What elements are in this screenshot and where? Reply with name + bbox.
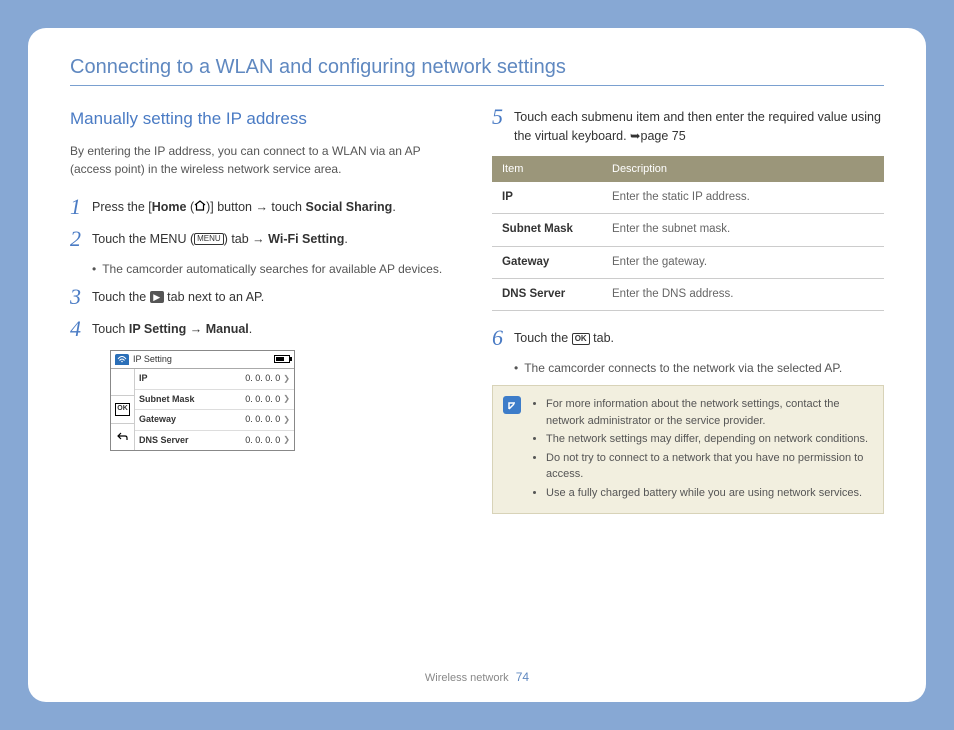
step-number: 6 <box>492 327 514 349</box>
step-number: 3 <box>70 286 92 308</box>
note-item: Do not try to connect to a network that … <box>546 450 873 483</box>
table-header-desc: Description <box>602 156 884 183</box>
chevron-right-icon: ❯ <box>283 373 290 385</box>
step-number: 5 <box>492 106 514 128</box>
footer-section: Wireless network <box>425 672 509 684</box>
parameter-table: Item Description IPEnter the static IP a… <box>492 156 884 312</box>
step-text: Touch the MENU (MENU) tab → Wi-Fi Settin… <box>92 228 462 249</box>
table-row: GatewayEnter the gateway. <box>492 246 884 278</box>
device-rows: IP0. 0. 0. 0❯ Subnet Mask0. 0. 0. 0❯ Gat… <box>135 369 294 450</box>
step-1: 1 Press the [Home ()] button → touch Soc… <box>70 196 462 218</box>
chevron-right-icon: ❯ <box>283 414 290 426</box>
note-item: The network settings may differ, dependi… <box>546 431 873 448</box>
menu-icon: MENU <box>194 233 224 245</box>
step-text: Touch the OK tab. <box>514 327 884 348</box>
step-6-bullet: The camcorder connects to the network vi… <box>514 359 884 377</box>
device-body: OK IP0. 0. 0. 0❯ Subnet Mask0. 0. 0. 0❯ … <box>111 369 294 450</box>
ok-icon: OK <box>572 333 590 345</box>
table-header-item: Item <box>492 156 602 183</box>
device-title: IP Setting <box>133 353 172 367</box>
section-title: Manually setting the IP address <box>70 106 462 132</box>
step-2-bullet: The camcorder automatically searches for… <box>92 260 462 278</box>
device-row-dns: DNS Server0. 0. 0. 0❯ <box>135 431 294 451</box>
table-row: DNS ServerEnter the DNS address. <box>492 278 884 310</box>
right-column: 5 Touch each submenu item and then enter… <box>492 106 884 664</box>
chevron-right-icon: ❯ <box>283 393 290 405</box>
device-ok-button: OK <box>111 396 134 423</box>
table-row: IPEnter the static IP address. <box>492 182 884 214</box>
device-sidebar: OK <box>111 369 135 450</box>
step-text: Press the [Home ()] button → touch Socia… <box>92 196 462 217</box>
note-item: Use a fully charged battery while you ar… <box>546 485 873 502</box>
intro-text: By entering the IP address, you can conn… <box>70 142 462 178</box>
device-header: IP Setting <box>111 351 294 370</box>
step-number: 1 <box>70 196 92 218</box>
device-row-gateway: Gateway0. 0. 0. 0❯ <box>135 410 294 431</box>
table-header-row: Item Description <box>492 156 884 183</box>
step-text: Touch the ▶ tab next to an AP. <box>92 286 462 307</box>
home-icon <box>194 198 206 217</box>
content-columns: Manually setting the IP address By enter… <box>70 106 884 664</box>
page-footer: Wireless network 74 <box>70 664 884 684</box>
table-row: Subnet MaskEnter the subnet mask. <box>492 214 884 246</box>
step-5: 5 Touch each submenu item and then enter… <box>492 106 884 146</box>
left-column: Manually setting the IP address By enter… <box>70 106 462 664</box>
note-item: For more information about the network s… <box>546 396 873 429</box>
step-number: 4 <box>70 318 92 340</box>
step-text: Touch each submenu item and then enter t… <box>514 106 884 146</box>
step-3: 3 Touch the ▶ tab next to an AP. <box>70 286 462 308</box>
battery-icon <box>274 355 290 363</box>
step-number: 2 <box>70 228 92 250</box>
step-6: 6 Touch the OK tab. <box>492 327 884 349</box>
arrow-right-icon: ▶ <box>150 291 164 303</box>
step-2: 2 Touch the MENU (MENU) tab → Wi-Fi Sett… <box>70 228 462 250</box>
step-4: 4 Touch IP Setting → Manual. <box>70 318 462 340</box>
note-list: For more information about the network s… <box>531 396 873 503</box>
device-back-button <box>111 424 134 450</box>
manual-page: Connecting to a WLAN and configuring net… <box>28 28 926 702</box>
ip-setting-screenshot: IP Setting OK IP0. 0. 0. 0❯ Subnet Mask0… <box>110 350 295 452</box>
step-text: Touch IP Setting → Manual. <box>92 318 462 339</box>
note-icon <box>503 396 521 414</box>
footer-page-number: 74 <box>516 670 529 684</box>
page-title: Connecting to a WLAN and configuring net… <box>70 56 884 86</box>
chevron-right-icon: ❯ <box>283 434 290 446</box>
device-row-ip: IP0. 0. 0. 0❯ <box>135 369 294 390</box>
device-side-blank <box>111 369 134 396</box>
wifi-icon <box>115 354 129 365</box>
device-row-subnet: Subnet Mask0. 0. 0. 0❯ <box>135 390 294 411</box>
note-box: For more information about the network s… <box>492 385 884 514</box>
